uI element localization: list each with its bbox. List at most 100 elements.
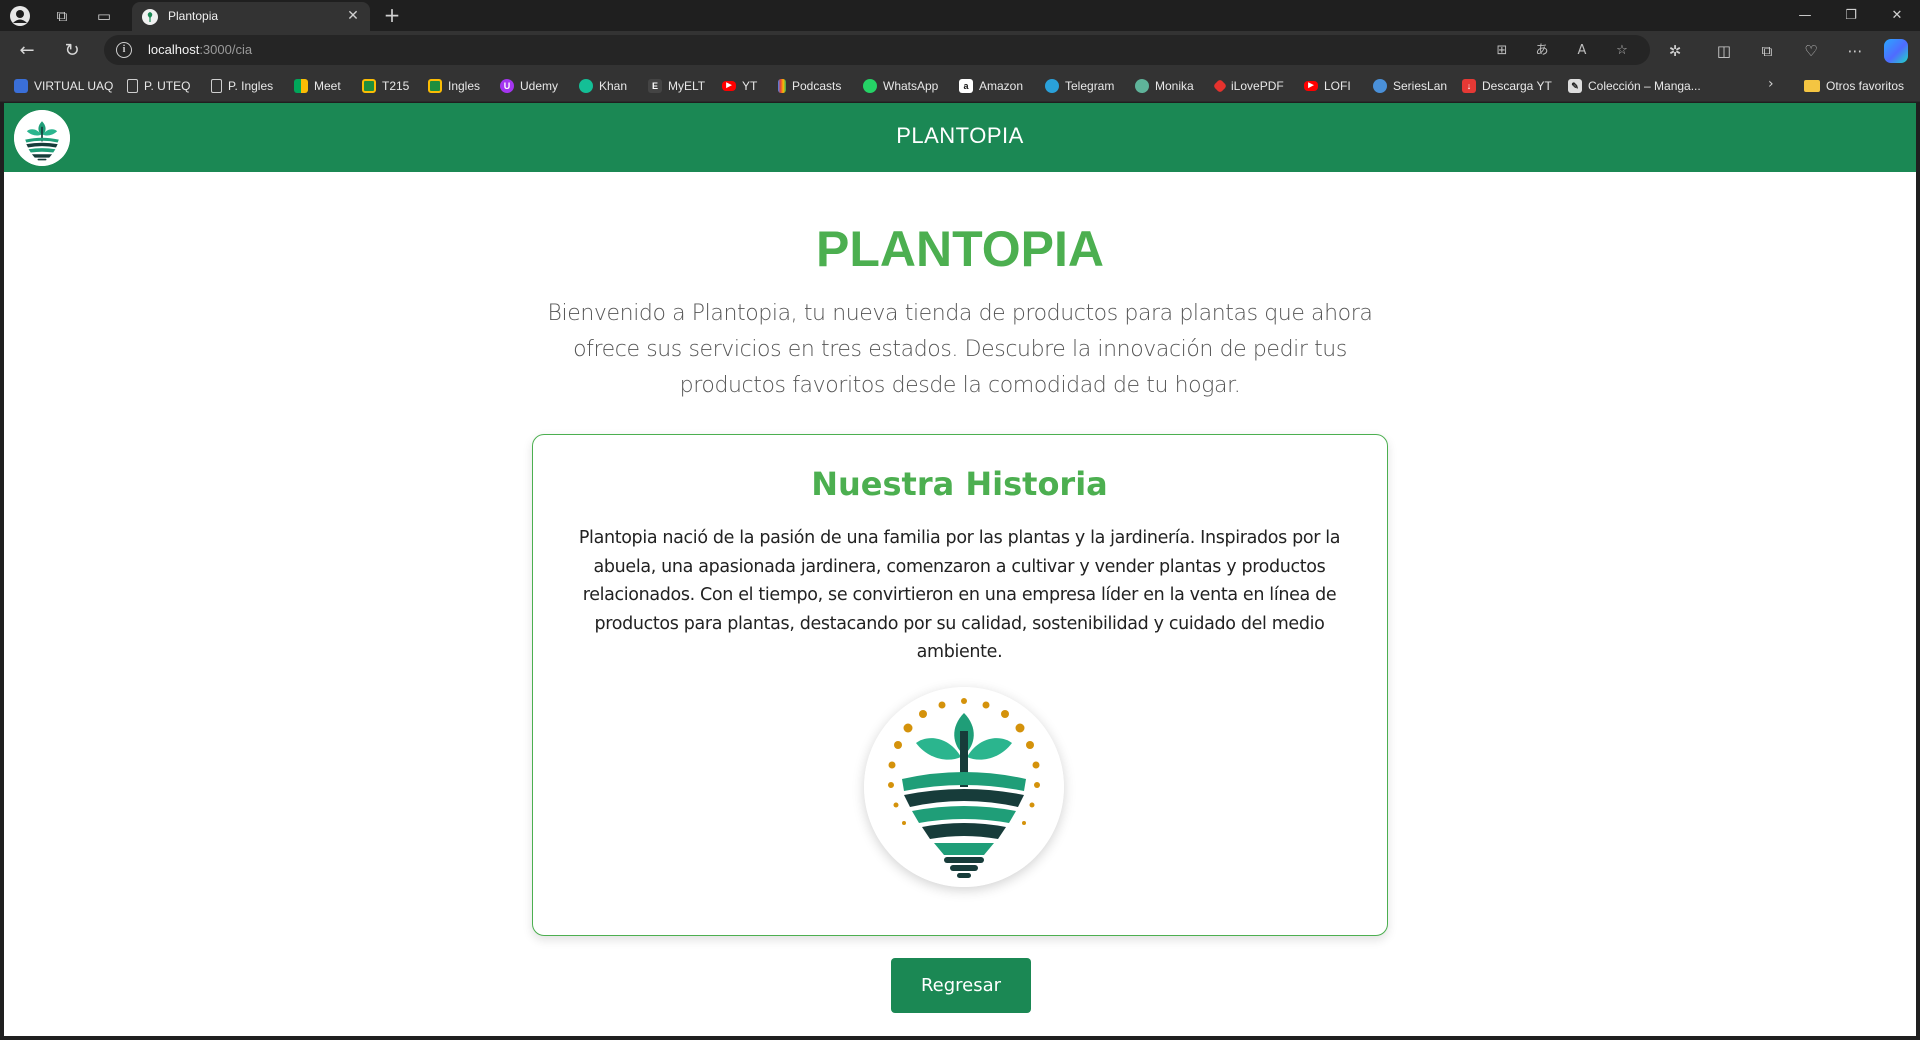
page-viewport: PLANTOPIA PLANTOPIA Bienvenido a Plantop… bbox=[4, 103, 1916, 1036]
bookmark-label: Khan bbox=[599, 79, 628, 93]
bookmark-ingles[interactable]: Ingles bbox=[428, 76, 480, 96]
site-info-icon[interactable]: i bbox=[116, 42, 132, 58]
bookmark-label: VIRTUAL UAQ bbox=[34, 79, 114, 93]
plantopia-emblem bbox=[864, 687, 1064, 887]
profile-icon[interactable] bbox=[8, 4, 32, 28]
bookmark-label: Colección – Manga... bbox=[1588, 79, 1701, 93]
bookmark-meet[interactable]: Meet bbox=[294, 76, 341, 96]
navigation-bar: ← ↻ i localhost:3000/cia ⊞ あ A ☆ ✲ ◫ ⧉ ♡… bbox=[0, 31, 1920, 70]
collections-icon[interactable]: ⧉ bbox=[1755, 39, 1779, 63]
bookmark-ilovepdf[interactable]: iLovePDF bbox=[1212, 76, 1284, 96]
extensions-icon[interactable]: ✲ bbox=[1663, 39, 1687, 63]
page-title: PLANTOPIA bbox=[816, 221, 1104, 277]
bookmark-lofi[interactable]: ▶ LOFI bbox=[1304, 76, 1351, 96]
uaq-icon bbox=[14, 79, 28, 93]
bookmark-udemy[interactable]: U Udemy bbox=[500, 76, 558, 96]
url-host: localhost bbox=[148, 42, 200, 57]
bookmark-myelt[interactable]: E MyELT bbox=[648, 76, 705, 96]
tab-bar: ⧉ ▭ Plantopia ✕ + — ❐ ✕ bbox=[0, 0, 1920, 31]
podcasts-icon bbox=[778, 79, 786, 93]
tab-title: Plantopia bbox=[168, 9, 219, 23]
close-tab-icon[interactable]: ✕ bbox=[342, 5, 364, 27]
bookmark-virtual-uaq[interactable]: VIRTUAL UAQ bbox=[14, 76, 113, 96]
app-available-icon[interactable]: ⊞ bbox=[1492, 41, 1512, 61]
meet-icon bbox=[294, 79, 308, 93]
ilovepdf-icon bbox=[1212, 78, 1228, 94]
bookmark-coleccion-manga[interactable]: ✎ Colección – Manga... bbox=[1568, 76, 1701, 96]
bookmark-label: T215 bbox=[382, 79, 410, 93]
bookmark-label: Telegram bbox=[1065, 79, 1115, 93]
bookmark-label: Descarga YT bbox=[1482, 79, 1552, 93]
bookmark-p-uteq[interactable]: P. UTEQ bbox=[127, 76, 190, 96]
url-path: :3000/cia bbox=[199, 42, 253, 57]
close-window-icon[interactable]: ✕ bbox=[1874, 0, 1920, 31]
bookmark-amazon[interactable]: a Amazon bbox=[959, 76, 1023, 96]
whatsapp-icon bbox=[863, 79, 877, 93]
bookmark-label: Amazon bbox=[979, 79, 1024, 93]
bookmark-label: WhatsApp bbox=[883, 79, 939, 93]
bookmark-label: P. UTEQ bbox=[144, 79, 191, 93]
address-bar[interactable]: i localhost:3000/cia ⊞ あ A ☆ bbox=[104, 35, 1650, 65]
history-text: Plantopia nació de la pasión de una fami… bbox=[578, 528, 1341, 663]
classroom-icon bbox=[362, 79, 376, 93]
classroom-icon bbox=[428, 79, 442, 93]
app-header: PLANTOPIA bbox=[4, 103, 1916, 172]
browser-essentials-icon[interactable]: ♡ bbox=[1799, 39, 1823, 63]
bookmark-label: Monika bbox=[1155, 79, 1194, 93]
youtube-icon: ▶ bbox=[722, 81, 736, 91]
serieslan-icon bbox=[1373, 79, 1387, 93]
myelt-icon: E bbox=[648, 79, 662, 93]
amazon-icon: a bbox=[959, 79, 973, 93]
plantopia-favicon bbox=[142, 9, 158, 25]
bookmark-label: YT bbox=[742, 79, 758, 93]
history-title: Nuestra Historia bbox=[811, 465, 1108, 503]
bookmark-label: Otros favoritos bbox=[1826, 79, 1905, 93]
page-icon bbox=[127, 79, 138, 93]
read-aloud-icon[interactable]: A bbox=[1572, 41, 1592, 61]
welcome-text: Bienvenido a Plantopia, tu nueva tienda … bbox=[547, 301, 1373, 398]
chevron-right-icon[interactable]: › bbox=[1768, 76, 1774, 92]
minimize-icon[interactable]: — bbox=[1782, 0, 1828, 31]
bookmark-otros-favoritos[interactable]: Otros favoritos bbox=[1804, 76, 1904, 96]
copilot-icon[interactable] bbox=[1884, 39, 1908, 63]
back-arrow-icon[interactable]: ← bbox=[14, 38, 40, 64]
monika-icon bbox=[1135, 79, 1149, 93]
translate-icon[interactable]: あ bbox=[1532, 41, 1552, 61]
header-title: PLANTOPIA bbox=[896, 123, 1024, 148]
workspaces-icon[interactable]: ⧉ bbox=[50, 4, 74, 28]
bookmark-yt[interactable]: ▶ YT bbox=[722, 76, 757, 96]
vertical-tabs-icon[interactable]: ▭ bbox=[92, 4, 116, 28]
favorite-star-icon[interactable]: ☆ bbox=[1612, 41, 1632, 61]
url-text[interactable]: localhost:3000/cia bbox=[148, 42, 252, 57]
bookmark-label: Podcasts bbox=[792, 79, 842, 93]
history-card: Nuestra Historia Plantopia nació de la p… bbox=[532, 434, 1388, 936]
restore-icon[interactable]: ❐ bbox=[1828, 0, 1874, 31]
bookmark-label: Ingles bbox=[448, 79, 481, 93]
bookmark-p-ingles[interactable]: P. Ingles bbox=[211, 76, 273, 96]
reload-icon[interactable]: ↻ bbox=[59, 38, 85, 64]
bookmark-t215[interactable]: T215 bbox=[362, 76, 409, 96]
manga-icon: ✎ bbox=[1568, 79, 1582, 93]
udemy-icon: U bbox=[500, 79, 514, 93]
bookmark-podcasts[interactable]: Podcasts bbox=[778, 76, 841, 96]
bookmark-telegram[interactable]: Telegram bbox=[1045, 76, 1114, 96]
bookmark-label: SeriesLan bbox=[1393, 79, 1448, 93]
more-menu-icon[interactable]: ⋯ bbox=[1843, 39, 1867, 63]
tab-plantopia[interactable]: Plantopia ✕ bbox=[132, 2, 370, 31]
download-icon: ↓ bbox=[1462, 79, 1476, 93]
bookmark-label: Udemy bbox=[520, 79, 559, 93]
bookmark-label: LOFI bbox=[1324, 79, 1351, 93]
youtube-icon: ▶ bbox=[1304, 81, 1318, 91]
back-button[interactable]: Regresar bbox=[891, 958, 1031, 1013]
bookmark-monika[interactable]: Monika bbox=[1135, 76, 1194, 96]
page-icon bbox=[211, 79, 222, 93]
bookmark-descarga-yt[interactable]: ↓ Descarga YT bbox=[1462, 76, 1552, 96]
split-screen-icon[interactable]: ◫ bbox=[1712, 39, 1736, 63]
bookmark-serieslan[interactable]: SeriesLan bbox=[1373, 76, 1447, 96]
bookmark-whatsapp[interactable]: WhatsApp bbox=[863, 76, 938, 96]
new-tab-icon[interactable]: + bbox=[380, 4, 404, 28]
bookmark-khan[interactable]: Khan bbox=[579, 76, 627, 96]
khan-icon bbox=[579, 79, 593, 93]
bookmarks-bar: VIRTUAL UAQ P. UTEQ P. Ingles Meet T215 … bbox=[0, 70, 1920, 102]
telegram-icon bbox=[1045, 79, 1059, 93]
